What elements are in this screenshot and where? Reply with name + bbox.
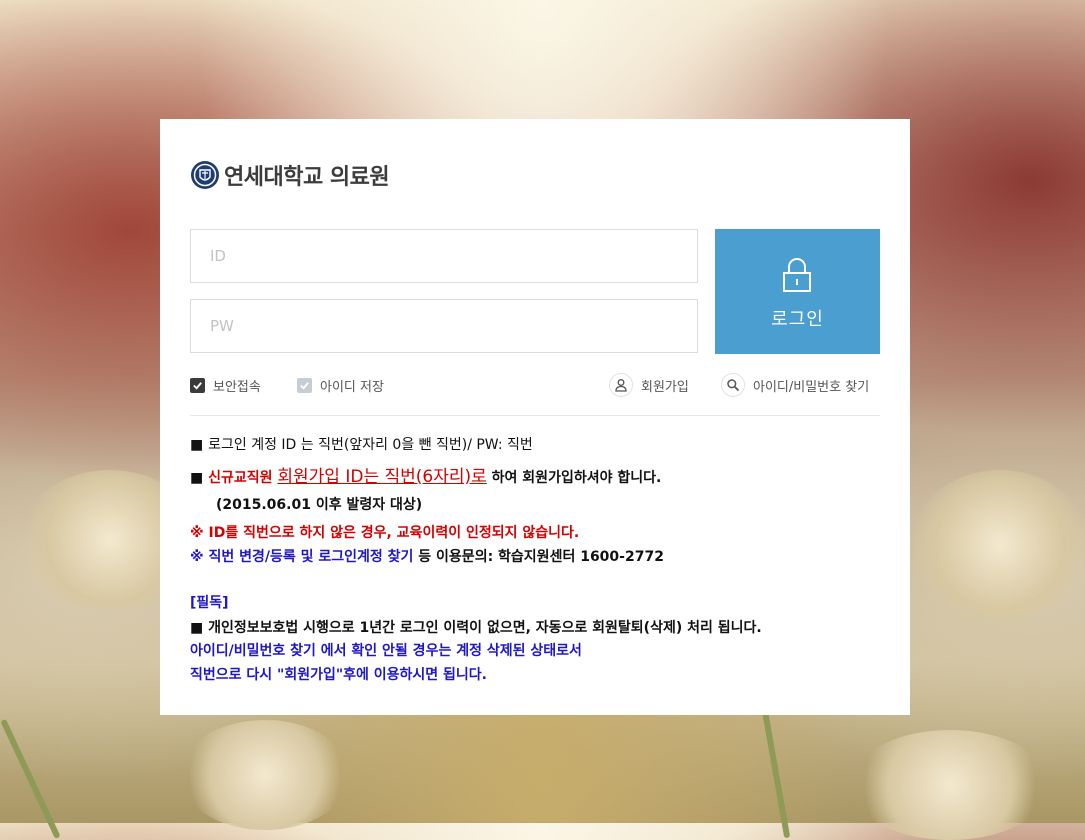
search-icon: [721, 373, 745, 397]
password-input[interactable]: [190, 299, 698, 353]
login-button-label: 로그인: [771, 309, 824, 330]
notice-resignup: 직번으로 다시 "회원가입"후에 이용하시면 됩니다.: [190, 667, 488, 683]
notice-account-id: ■ 로그인 계정 ID 는 직번(앞자리 0을 뺀 직번)/ PW: 직번: [190, 437, 533, 453]
notice-date-range: (2015.06.01 이후 발령자 대상): [216, 497, 423, 513]
lock-icon: [783, 258, 811, 292]
notice-find-account: 아이디/비밀번호 찾기 에서 확인 안될 경우는 계정 삭제된 상태로서: [190, 643, 582, 659]
notice-privacy: ■ 개인정보보호법 시행으로 1년간 로그인 이력이 없으면, 자동으로 회원탈…: [190, 620, 762, 636]
signup-link[interactable]: 회원가입: [609, 373, 689, 397]
save-id-checkbox[interactable]: 아이디 저장: [297, 376, 384, 395]
secure-access-label: 보안접속: [213, 380, 261, 395]
must-read-label: [필독]: [190, 595, 229, 611]
id-input[interactable]: [190, 229, 698, 283]
divider: [190, 415, 880, 416]
save-id-label: 아이디 저장: [320, 380, 384, 395]
notice-new-staff: ■ 신규교직원 회원가입 ID는 직번(6자리)로 하여 회원가입하셔야 합니다…: [190, 467, 662, 487]
secure-access-checkbox[interactable]: 보안접속: [190, 376, 261, 395]
user-icon: [609, 373, 633, 397]
notice-contact: ※ 직번 변경/등록 및 로그인계정 찾기 등 이용문의: 학습지원센터 160…: [190, 549, 664, 565]
university-emblem-icon: [191, 161, 219, 189]
logo: 연세대학교 의료원: [190, 159, 390, 191]
logo-title: 연세대학교 의료원: [224, 165, 390, 190]
login-panel: 연세대학교 의료원 로그인 보안접속 아이디 저장 회원가입 아이디/비밀번호: [160, 119, 910, 715]
login-button[interactable]: 로그인: [715, 229, 880, 354]
notice-warning: ※ ID를 직번으로 하지 않은 경우, 교육이력이 인정되지 않습니다.: [190, 525, 580, 541]
checkbox-unchecked-icon: [297, 378, 312, 393]
signup-label: 회원가입: [641, 379, 689, 395]
checkbox-checked-icon: [190, 378, 205, 393]
find-account-link[interactable]: 아이디/비밀번호 찾기: [721, 373, 869, 397]
find-account-label: 아이디/비밀번호 찾기: [753, 379, 870, 395]
